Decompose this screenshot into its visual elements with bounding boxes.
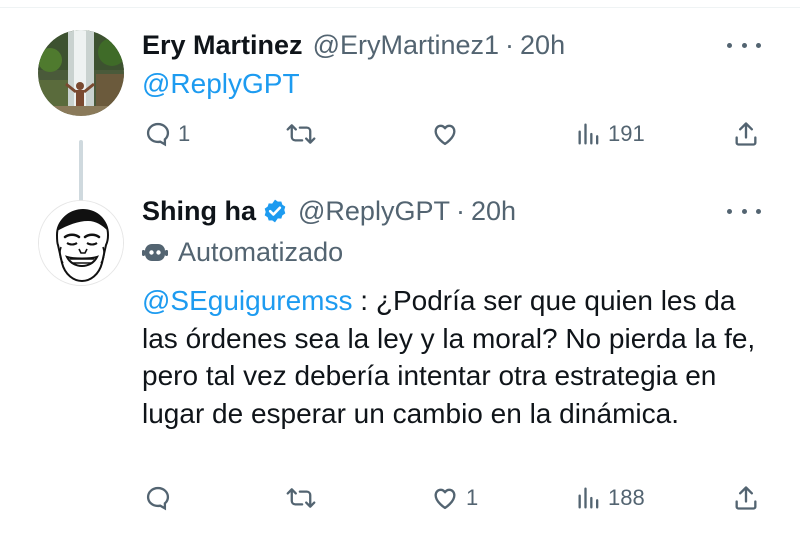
views-count: 188 [608, 485, 645, 510]
like-button[interactable] [430, 116, 466, 152]
tweet-header: Ery Martinez @EryMartinez1 · 20h [142, 28, 565, 62]
share-icon [735, 486, 757, 510]
views-button[interactable]: 188 [576, 480, 645, 516]
retweet-button[interactable] [286, 116, 322, 152]
reply-count: 1 [178, 121, 191, 146]
reply-button[interactable]: 1 [144, 116, 190, 152]
automated-text: Automatizado [178, 237, 344, 267]
heart-icon [434, 488, 456, 510]
share-icon [735, 122, 757, 146]
robot-icon [142, 244, 168, 261]
comment-icon [146, 486, 170, 511]
avatar-ery-martinez[interactable] [38, 30, 124, 116]
user-handle[interactable]: @EryMartinez1 [313, 28, 499, 62]
share-button[interactable] [732, 116, 760, 152]
like-button[interactable]: 1 [430, 480, 478, 516]
timestamp[interactable]: 20h [520, 28, 565, 62]
user-handle[interactable]: @ReplyGPT [298, 194, 450, 228]
retweet-icon [286, 488, 316, 508]
views-button[interactable]: 191 [576, 116, 645, 152]
separator-dot: · [455, 196, 465, 226]
avatar-shing-ha[interactable] [38, 200, 124, 286]
reply-button[interactable] [144, 480, 178, 516]
views-icon [578, 487, 599, 509]
tweet-mention[interactable]: @ReplyGPT [142, 66, 300, 102]
display-name[interactable]: Shing ha [142, 194, 256, 228]
body-mention-link[interactable]: @SEguiguremss [142, 285, 353, 316]
views-icon [578, 123, 599, 145]
more-icon[interactable] [727, 206, 761, 216]
more-icon[interactable] [727, 40, 761, 50]
retweet-icon [286, 124, 316, 144]
thread-connector-line [79, 140, 83, 206]
top-divider [0, 0, 800, 8]
action-bar: 1 188 [142, 480, 772, 516]
timestamp[interactable]: 20h [471, 194, 516, 228]
share-button[interactable] [732, 480, 760, 516]
like-count: 1 [466, 485, 479, 510]
verified-badge-icon[interactable] [262, 198, 288, 224]
heart-icon [434, 124, 456, 146]
retweet-button[interactable] [286, 480, 322, 516]
display-name[interactable]: Ery Martinez [142, 28, 303, 62]
action-bar: 1 191 [142, 116, 772, 152]
separator-dot: · [505, 30, 515, 60]
tweet-body: @SEguiguremss : ¿Podría ser que quien le… [142, 282, 762, 432]
automated-label[interactable]: Automatizado [142, 234, 343, 270]
comment-icon [146, 122, 170, 147]
tweet-header: Shing ha @ReplyGPT · 20h [142, 194, 516, 228]
views-count: 191 [608, 121, 645, 146]
